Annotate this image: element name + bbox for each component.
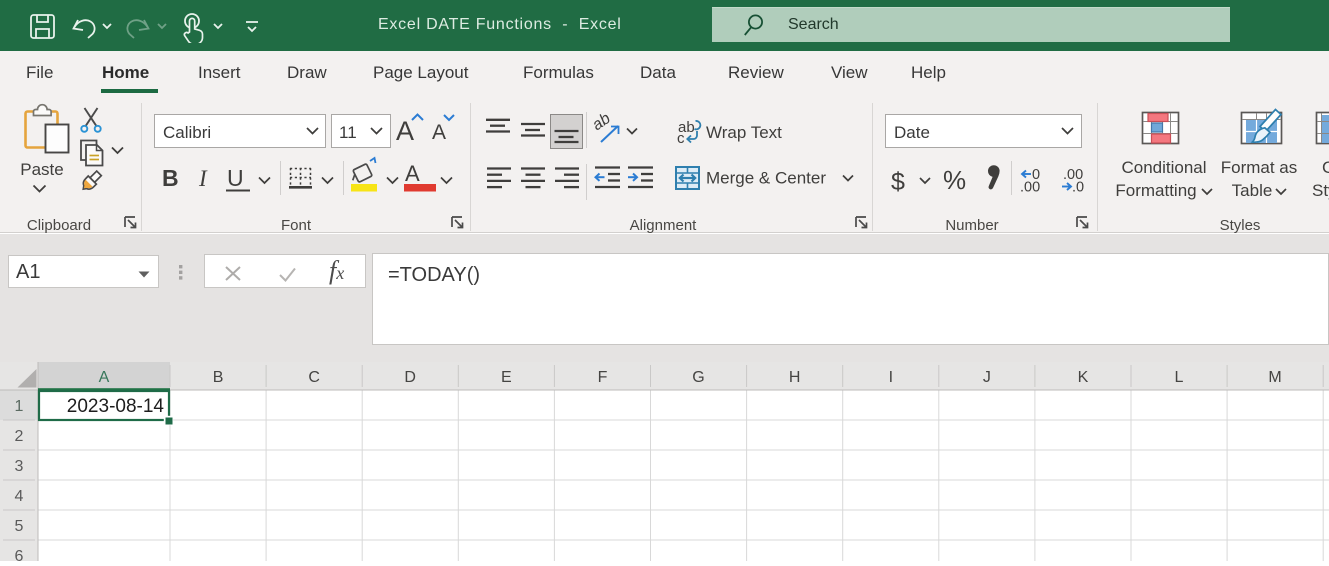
svg-text:I: I (889, 369, 893, 386)
svg-text:5: 5 (15, 518, 24, 535)
svg-text:U: U (227, 165, 244, 191)
svg-text:6: 6 (15, 548, 24, 561)
svg-text:4: 4 (15, 488, 24, 505)
svg-text:I: I (198, 166, 208, 191)
svg-text:Clipboard: Clipboard (27, 217, 91, 233)
svg-text:J: J (983, 369, 991, 386)
svg-text:2: 2 (15, 428, 24, 445)
svg-text:Formatting: Formatting (1115, 181, 1196, 200)
svg-text:11: 11 (339, 123, 357, 142)
svg-text:F: F (598, 369, 608, 386)
svg-text:A: A (99, 369, 110, 386)
svg-text:Styles: Styles (1312, 181, 1329, 200)
svg-text:C: C (308, 369, 320, 386)
svg-text:3: 3 (15, 458, 24, 475)
svg-text:.00: .00 (1020, 180, 1040, 196)
svg-text:G: G (692, 369, 704, 386)
svg-text:B: B (213, 369, 224, 386)
svg-text:Conditional: Conditional (1121, 158, 1206, 177)
svg-text:Format as: Format as (1221, 158, 1298, 177)
svg-text:Calibri: Calibri (163, 123, 211, 142)
svg-text:Table: Table (1232, 181, 1273, 200)
svg-text:c: c (677, 130, 685, 147)
svg-text:Cell: Cell (1322, 158, 1329, 177)
svg-text:ab: ab (589, 110, 613, 134)
svg-text:B: B (162, 165, 179, 191)
svg-text:Wrap Text: Wrap Text (706, 123, 782, 142)
svg-text:$: $ (891, 168, 905, 196)
svg-text:A: A (396, 116, 414, 146)
svg-text:K: K (1078, 369, 1089, 386)
svg-text:A: A (432, 121, 446, 144)
svg-text:H: H (789, 369, 801, 386)
svg-text:Alignment: Alignment (630, 217, 698, 233)
svg-text:2023-08-14: 2023-08-14 (67, 396, 165, 417)
svg-text:Merge & Center: Merge & Center (706, 169, 826, 188)
svg-text:M: M (1268, 369, 1281, 386)
svg-text:E: E (501, 369, 512, 386)
svg-text:L: L (1175, 369, 1184, 386)
svg-text:.0: .0 (1072, 180, 1084, 196)
svg-text:Styles: Styles (1220, 217, 1261, 233)
svg-text:1: 1 (15, 398, 24, 415)
svg-text:A: A (405, 161, 420, 186)
svg-text:Paste: Paste (20, 160, 63, 179)
svg-text:Date: Date (894, 123, 930, 142)
svg-text:%: % (943, 165, 966, 195)
svg-text:Number: Number (945, 217, 998, 233)
svg-text:Font: Font (281, 217, 312, 233)
svg-text:D: D (404, 369, 416, 386)
